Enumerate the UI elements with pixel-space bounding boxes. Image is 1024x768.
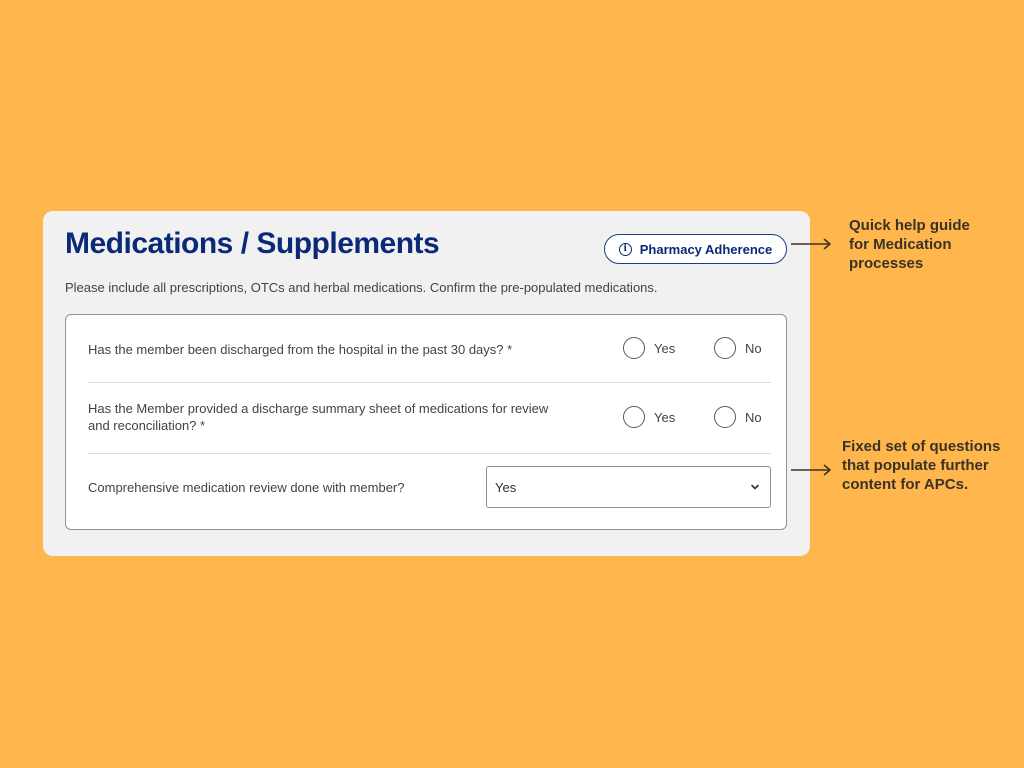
radio-label-yes: Yes	[654, 409, 676, 425]
annotation-line: Quick help guide	[849, 217, 970, 234]
radio-circle[interactable]	[623, 337, 645, 359]
page-title: Medications / Supplements	[65, 227, 440, 260]
discharge-summary-no-radio[interactable]: No	[714, 406, 762, 428]
question-discharged-label: Has the member been discharged from the …	[88, 342, 513, 357]
annotation-help-guide: Quick help guide for Medication processe…	[849, 216, 970, 273]
radio-circle[interactable]	[623, 406, 645, 428]
info-icon: i	[618, 242, 632, 256]
radio-label-no: No	[745, 409, 762, 425]
radio-circle[interactable]	[714, 406, 736, 428]
discharged-no-radio[interactable]: No	[714, 337, 762, 359]
question-discharge-summary-label: Has the Member provided a discharge summ…	[88, 401, 549, 433]
annotation-line: for Medication	[849, 236, 952, 253]
pharmacy-adherence-button[interactable]: i Pharmacy Adherence	[604, 234, 787, 264]
discharged-yes-radio[interactable]: Yes	[623, 337, 675, 359]
select-value: Yes	[495, 479, 517, 495]
questions-panel: Has the member been discharged from the …	[65, 314, 787, 530]
annotation-line: processes	[849, 255, 924, 272]
medications-card: Medications / Supplements i Pharmacy Adh…	[43, 211, 810, 556]
chevron-down-icon	[751, 484, 759, 490]
question-medication-review-label: Comprehensive medication review done wit…	[88, 480, 405, 495]
annotation-fixed-questions: Fixed set of questions that populate fur…	[842, 437, 1000, 494]
radio-label-yes: Yes	[654, 340, 676, 356]
annotation-arrow	[791, 238, 831, 250]
annotation-line: that populate further	[842, 457, 989, 474]
annotation-line: content for APCs.	[842, 476, 969, 493]
divider	[88, 382, 771, 383]
annotation-arrow	[791, 464, 831, 476]
medication-review-select[interactable]: Yes	[486, 466, 771, 508]
discharge-summary-yes-radio[interactable]: Yes	[623, 406, 675, 428]
pharmacy-adherence-label: Pharmacy Adherence	[639, 241, 773, 257]
radio-circle[interactable]	[714, 337, 736, 359]
radio-label-no: No	[745, 340, 762, 356]
instructions-text: Please include all prescriptions, OTCs a…	[65, 280, 658, 295]
annotation-line: Fixed set of questions	[842, 438, 1001, 455]
divider	[88, 453, 771, 454]
